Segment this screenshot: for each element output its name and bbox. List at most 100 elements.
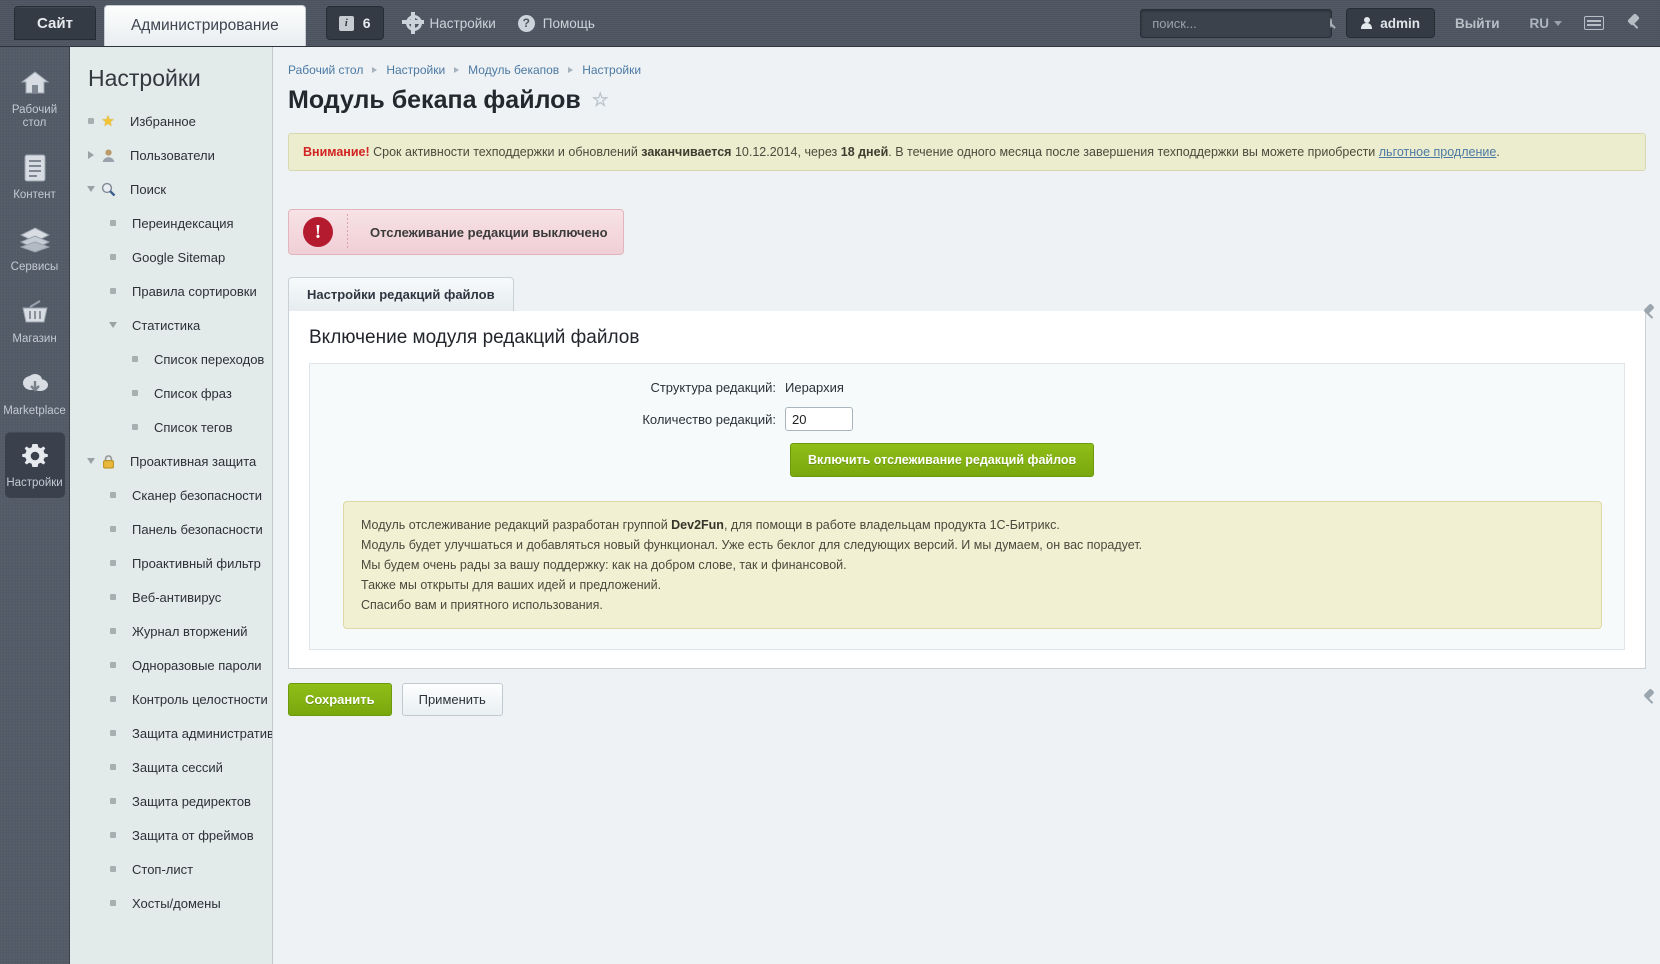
chevron-down-icon[interactable] [84, 186, 98, 192]
rail-item-services[interactable]: Сервисы [5, 216, 65, 282]
menu-item-18[interactable]: Защита административной части [70, 716, 272, 750]
menu-item-12[interactable]: Панель безопасности [70, 512, 272, 546]
settings-link[interactable]: Настройки [402, 11, 496, 34]
settings-menu-panel: Настройки ★ Избранное Пользователи Поиск Пер… [70, 47, 273, 964]
info-line-1c: , для помощи в работе владельцам продукт… [723, 518, 1060, 532]
help-link[interactable]: ? Помощь [517, 14, 595, 32]
rail-item-content[interactable]: Контент [5, 144, 65, 210]
menu-item-7[interactable]: Список переходов [70, 342, 272, 376]
info-line-5: Спасибо вам и приятного использования. [361, 598, 603, 612]
keyboard-button[interactable] [1584, 16, 1604, 30]
enable-tracking-button[interactable]: Включить отслеживание редакций файлов [790, 443, 1095, 477]
menu-item-17[interactable]: Контроль целостности [70, 682, 272, 716]
search-input[interactable] [1150, 14, 1331, 32]
rail-item-label: Магазин [12, 333, 57, 345]
star-outline-icon[interactable]: ☆ [592, 89, 609, 112]
rail-item-settings[interactable]: Настройки [4, 432, 65, 498]
menu-item-label: Одноразовые пароли [132, 657, 262, 673]
user-icon [98, 148, 118, 163]
tracking-disabled-alert: ! Отслеживание редакции выключено [288, 209, 624, 255]
bullet-icon [106, 900, 120, 906]
menu-item-label: Журнал вторжений [132, 623, 248, 639]
menu-item-19[interactable]: Защита сессий [70, 750, 272, 784]
menu-item-1[interactable]: Пользователи [70, 138, 272, 172]
menu-item-label: Сканер безопасности [132, 487, 263, 503]
chevron-right-icon [568, 67, 574, 73]
apply-button[interactable]: Применить [401, 683, 503, 716]
chevron-down-icon[interactable] [84, 458, 98, 464]
menu-item-22[interactable]: Стоп-лист [70, 852, 272, 886]
menu-item-15[interactable]: Журнал вторжений [70, 614, 272, 648]
main-content: Рабочий стол Настройки Модуль бекапов На… [274, 47, 1660, 964]
chevron-down-icon[interactable] [106, 322, 120, 328]
menu-item-13[interactable]: Проактивный фильтр [70, 546, 272, 580]
menu-item-23[interactable]: Хосты/домены [70, 886, 272, 920]
rail-item-shop[interactable]: Магазин [5, 288, 65, 354]
menu-item-4[interactable]: Google Sitemap [70, 240, 272, 274]
search-box[interactable] [1140, 8, 1333, 38]
gear-icon [18, 441, 52, 471]
menu-item-label: Проактивная защита [130, 453, 257, 469]
star-icon: ★ [101, 112, 115, 130]
menu-item-label: Статистика [132, 317, 201, 333]
extension-link[interactable]: льготное продление [1379, 145, 1497, 159]
bullet-icon [106, 560, 120, 566]
tab-administration[interactable]: Администрирование [103, 5, 306, 46]
notice-text-1: Срок активности техподдержки и обновлени… [369, 145, 642, 159]
menu-item-0[interactable]: ★ Избранное [70, 104, 272, 138]
tab-site[interactable]: Сайт [14, 6, 96, 40]
rail-item-label: Сервисы [10, 261, 59, 273]
menu-item-20[interactable]: Защита редиректов [70, 784, 272, 818]
top-bar: Сайт Администрирование i 6 Настройки ? П… [0, 0, 1660, 47]
breadcrumb-item-2[interactable]: Модуль бекапов [468, 63, 559, 77]
search-icon[interactable] [1330, 18, 1333, 28]
alert-text: Отслеживание редакции выключено [370, 224, 608, 240]
rail-item-label: Рабочий стол [11, 104, 58, 129]
basket-icon [18, 297, 52, 327]
revision-count-input[interactable] [785, 407, 853, 431]
language-selector[interactable]: RU [1530, 16, 1562, 31]
logout-link[interactable]: Выйти [1455, 16, 1500, 31]
alert-divider [347, 214, 348, 250]
bullet-icon [106, 832, 120, 838]
tab-file-revision-settings[interactable]: Настройки редакций файлов [288, 277, 514, 311]
rail-item-desktop[interactable]: Рабочий стол [5, 59, 65, 138]
chevron-right-icon[interactable] [84, 151, 98, 159]
rail-item-label: Контент [13, 189, 56, 201]
breadcrumb-item-3[interactable]: Настройки [582, 63, 641, 77]
lock-icon [98, 454, 118, 469]
structure-label: Структура редакций: [650, 380, 776, 395]
rail-item-label: Настройки [6, 477, 63, 489]
menu-item-3[interactable]: Переиндексация [70, 206, 272, 240]
cloud-download-icon [18, 369, 52, 399]
bullet-icon [84, 118, 98, 124]
info-line-4: Также мы открыты для ваших идей и предло… [361, 578, 662, 592]
menu-item-label: Стоп-лист [132, 861, 194, 877]
exclamation-icon: ! [303, 217, 333, 247]
breadcrumb-item-1[interactable]: Настройки [386, 63, 445, 77]
field-row-structure: Структура редакций: Иерархия [310, 380, 1624, 395]
rail-item-label: Marketplace [3, 405, 66, 417]
menu-item-8[interactable]: Список фраз [70, 376, 272, 410]
menu-item-21[interactable]: Защита от фреймов [70, 818, 272, 852]
user-menu-button[interactable]: admin [1346, 8, 1435, 38]
menu-item-5[interactable]: Правила сортировки [70, 274, 272, 308]
menu-item-10[interactable]: Проактивная защита [70, 444, 272, 478]
document-icon [18, 153, 52, 183]
menu-item-label: Защита от фреймов [132, 827, 254, 843]
breadcrumb-item-0[interactable]: Рабочий стол [288, 63, 363, 77]
menu-item-label: Проактивный фильтр [132, 555, 261, 571]
page-title-text: Модуль бекапа файлов [288, 86, 581, 114]
menu-item-14[interactable]: Веб-антивирус [70, 580, 272, 614]
settings-link-label: Настройки [429, 15, 496, 31]
menu-item-6[interactable]: Статистика [70, 308, 272, 342]
pin-button[interactable] [1626, 15, 1642, 31]
notifications-button[interactable]: i 6 [325, 6, 384, 40]
bullet-icon [106, 798, 120, 804]
save-button[interactable]: Сохранить [288, 683, 392, 716]
rail-item-marketplace[interactable]: Marketplace [3, 360, 66, 426]
menu-item-9[interactable]: Список тегов [70, 410, 272, 444]
menu-item-11[interactable]: Сканер безопасности [70, 478, 272, 512]
menu-item-16[interactable]: Одноразовые пароли [70, 648, 272, 682]
menu-item-2[interactable]: Поиск [70, 172, 272, 206]
